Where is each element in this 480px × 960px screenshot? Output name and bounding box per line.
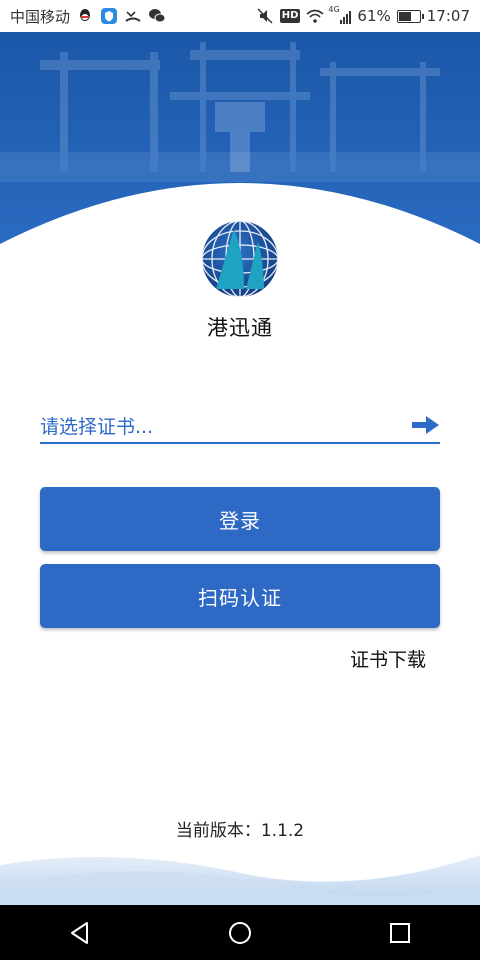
status-bar-right: HD 4G 61% 17:07: [256, 5, 470, 25]
version-label: 当前版本：1.1.2: [175, 821, 305, 841]
hd-icon: HD: [279, 9, 301, 23]
qq-icon: [76, 7, 94, 25]
cert-select-field[interactable]: 请选择证书...: [40, 408, 440, 444]
signal-icon: 4G: [328, 5, 352, 24]
clock: 17:07: [426, 7, 470, 25]
arrow-right-icon[interactable]: [412, 416, 440, 434]
system-nav-bar: [0, 905, 480, 960]
home-icon[interactable]: [220, 913, 260, 953]
bottom-wave-decoration: [0, 845, 480, 905]
wifi-icon: [306, 7, 324, 25]
carrier-label: 中国移动: [10, 7, 71, 26]
shield-app-icon: [100, 7, 118, 25]
cert-download-link[interactable]: 证书下载: [350, 645, 426, 672]
app-name: 港迅通: [207, 316, 273, 340]
cert-select-placeholder: 请选择证书...: [40, 415, 154, 438]
mute-icon: [256, 7, 274, 25]
wechat-icon: [148, 7, 166, 25]
back-icon[interactable]: [60, 913, 100, 953]
status-bar-left: 中国移动: [10, 6, 166, 27]
battery-icon: [396, 9, 424, 23]
network-type-label: 4G: [328, 5, 340, 14]
recents-icon[interactable]: [380, 913, 420, 953]
app-logo: [200, 219, 280, 299]
status-bar: 中国移动 HD 4G 61% 17:07: [0, 0, 480, 32]
missed-call-icon: [124, 7, 142, 25]
scan-auth-button[interactable]: 扫码认证: [40, 564, 440, 628]
battery-percent: 61%: [357, 7, 391, 25]
login-button[interactable]: 登录: [40, 487, 440, 551]
